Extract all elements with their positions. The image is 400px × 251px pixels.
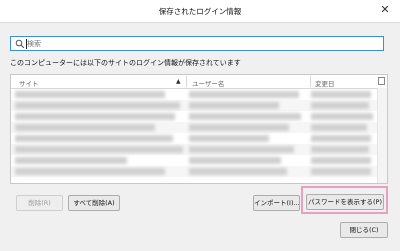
redacted-username (189, 91, 299, 98)
table-row[interactable] (11, 89, 378, 100)
table-row[interactable] (11, 166, 378, 177)
column-divider[interactable] (310, 76, 311, 87)
redacted-username (189, 102, 279, 109)
redacted-site (15, 146, 183, 153)
column-header-username[interactable]: ユーザー名 (192, 78, 224, 88)
delete-button[interactable]: 削除(R) (16, 195, 63, 211)
redacted-site (15, 124, 155, 131)
search-icon (15, 39, 25, 49)
column-header-modified[interactable]: 変更日 (315, 78, 335, 88)
redacted-date (311, 102, 369, 109)
redacted-site (15, 168, 165, 175)
table-row[interactable] (11, 122, 378, 133)
delete-all-button[interactable]: すべて削除(A) (68, 195, 120, 211)
column-picker-icon[interactable] (378, 77, 385, 85)
table-row[interactable] (11, 144, 378, 155)
redacted-username (189, 168, 287, 175)
redacted-site (15, 91, 165, 98)
redacted-site (15, 157, 127, 164)
redacted-date (311, 168, 371, 175)
table-row[interactable] (11, 155, 378, 166)
vertical-scrollbar[interactable] (377, 88, 387, 183)
redacted-date (311, 157, 371, 164)
table-row[interactable] (11, 111, 378, 122)
table-header: サイト ▲ ユーザー名 変更日 (11, 75, 387, 89)
redacted-date (311, 91, 371, 98)
redacted-date (311, 113, 373, 120)
import-button[interactable]: インポート(I)... (253, 195, 300, 211)
redacted-username (189, 146, 294, 153)
search-field[interactable] (10, 36, 384, 51)
redacted-site (15, 113, 175, 120)
column-divider[interactable] (186, 76, 187, 87)
title-bar: 保存されたログイン情報 ✕ (0, 0, 400, 23)
close-icon[interactable]: ✕ (378, 3, 392, 17)
table-row[interactable] (11, 100, 378, 111)
close-button[interactable]: 閉じる(C) (340, 222, 388, 238)
window-title: 保存されたログイン情報 (158, 7, 242, 16)
redacted-site (15, 135, 173, 142)
redacted-username (189, 157, 281, 164)
description-text: このコンピューターには以下のサイトのログイン情報が保存されています (10, 59, 241, 67)
column-header-site[interactable]: サイト (19, 78, 39, 88)
show-passwords-button[interactable]: パスワードを表示する(P) (306, 194, 384, 210)
redacted-date (311, 135, 371, 142)
sort-ascending-icon: ▲ (176, 78, 181, 85)
table-row[interactable] (11, 133, 378, 144)
redacted-date (311, 124, 367, 131)
redacted-username (189, 135, 269, 142)
redacted-date (311, 146, 369, 153)
search-input[interactable] (27, 38, 367, 49)
logins-table[interactable]: サイト ▲ ユーザー名 変更日 (10, 74, 388, 184)
redacted-site (15, 102, 180, 109)
redacted-username (189, 113, 301, 120)
redacted-username (189, 124, 289, 131)
